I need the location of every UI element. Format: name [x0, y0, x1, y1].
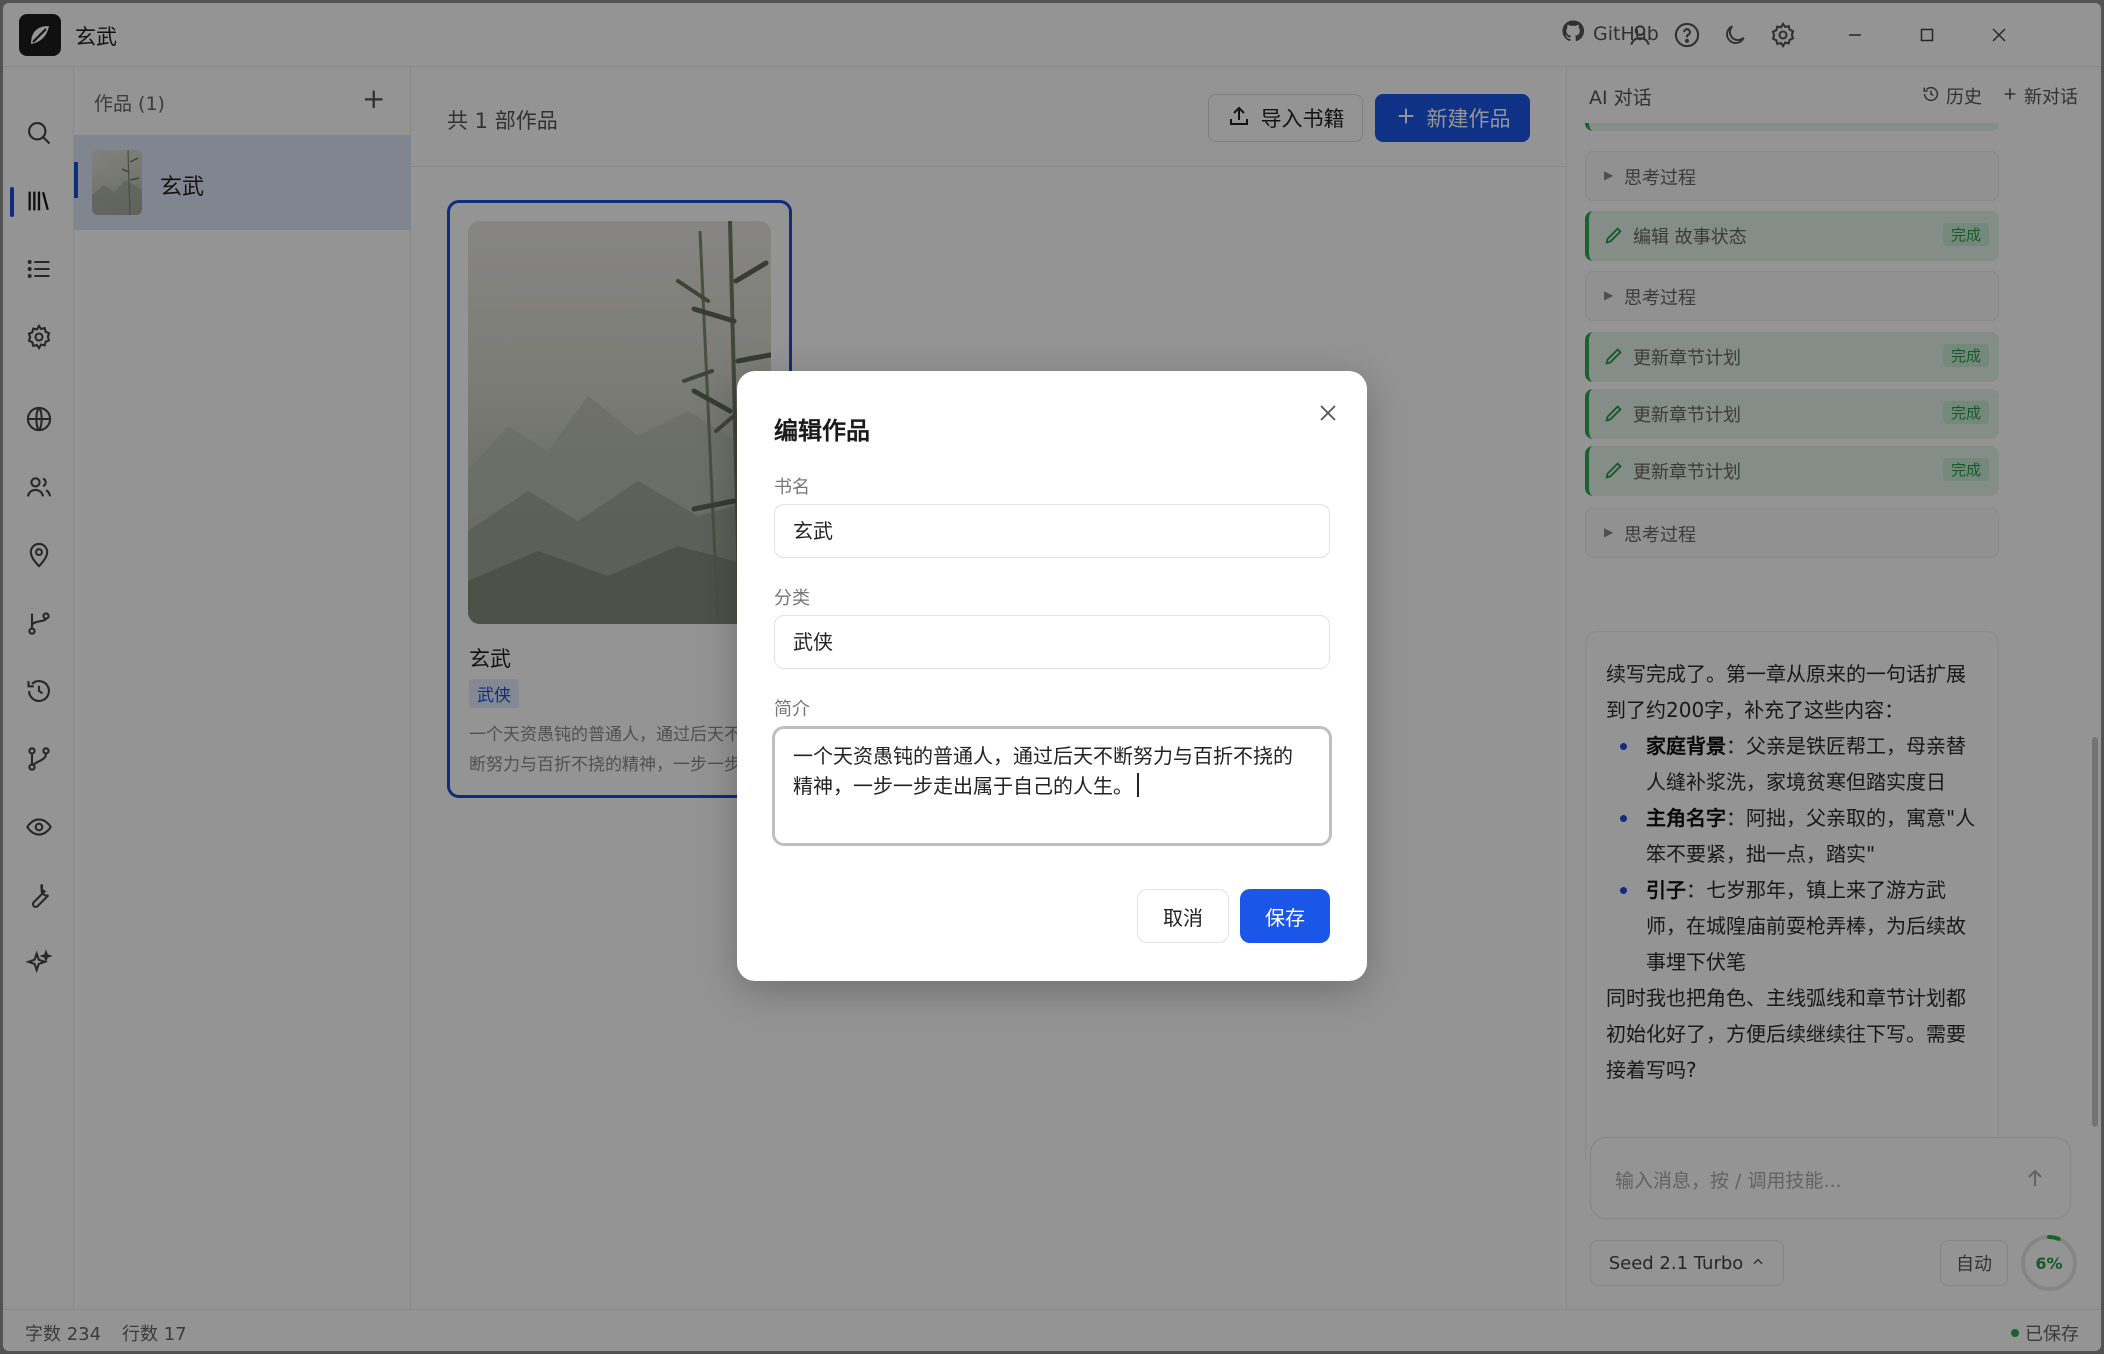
save-button[interactable]: 保存	[1240, 889, 1330, 943]
category-field[interactable]: 武侠	[774, 615, 1330, 669]
cancel-button[interactable]: 取消	[1137, 889, 1229, 943]
close-icon[interactable]	[1312, 397, 1344, 429]
intro-text: 一个天资愚钝的普通人，通过后天不断努力与百折不挠的精神，一步一步走出属于自己的人…	[793, 744, 1293, 798]
text-caret	[1137, 773, 1139, 797]
book-name-label: 书名	[774, 477, 810, 498]
edit-work-dialog: 编辑作品 书名 玄武 分类 武侠 简介 一个天资愚钝的普通人，通过后天不断努力与…	[737, 371, 1367, 981]
intro-label: 简介	[774, 699, 810, 720]
book-name-field[interactable]: 玄武	[774, 504, 1330, 558]
category-label: 分类	[774, 588, 810, 609]
dialog-title: 编辑作品	[774, 417, 870, 445]
intro-textarea[interactable]: 一个天资愚钝的普通人，通过后天不断努力与百折不挠的精神，一步一步走出属于自己的人…	[772, 726, 1332, 846]
